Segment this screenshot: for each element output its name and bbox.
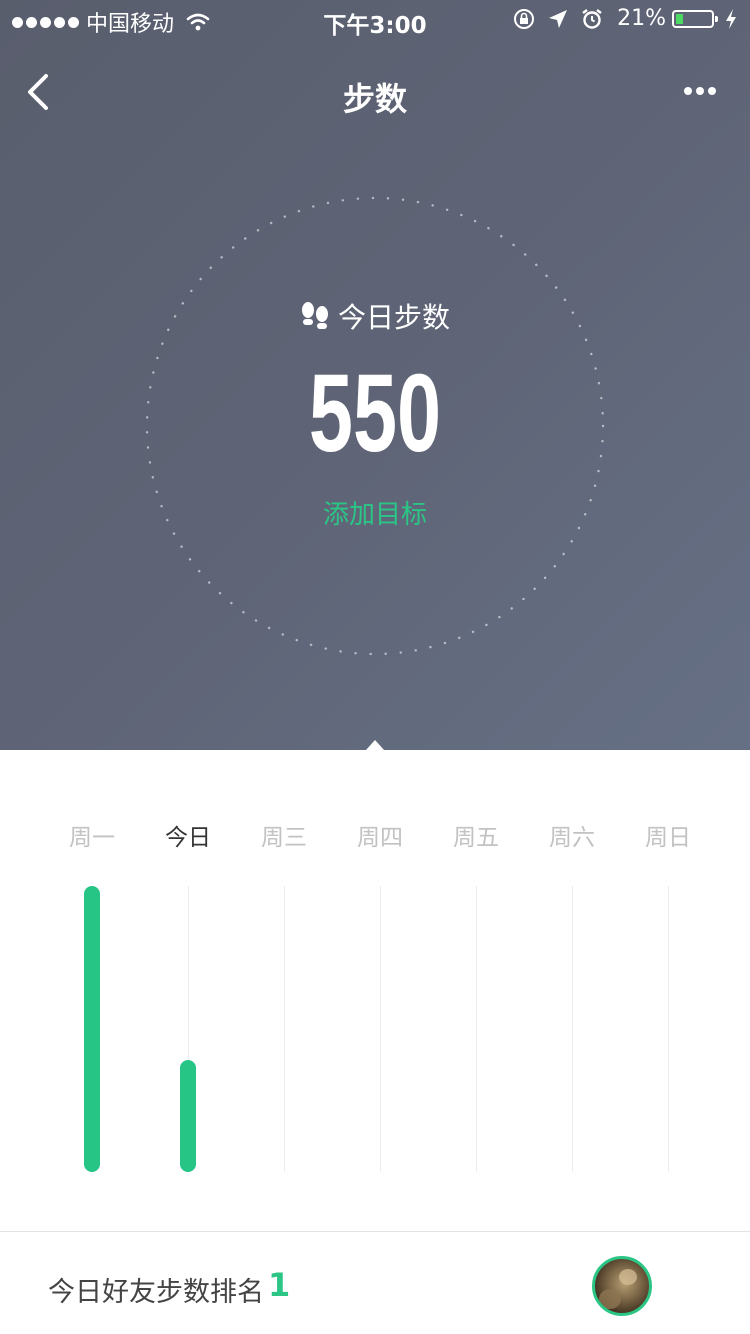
day-mon[interactable]: 周一: [44, 818, 140, 852]
grid-line: [572, 886, 573, 1172]
hero-panel: 中国移动 下午3:00 21% 步数 今日步数 550 添加目标: [0, 0, 750, 750]
step-count: 550: [308, 352, 442, 475]
battery-icon: [672, 9, 718, 28]
ranking-value: 1: [268, 1266, 291, 1304]
grid-line: [380, 886, 381, 1172]
day-today[interactable]: 今日: [140, 818, 236, 852]
more-button[interactable]: [684, 80, 724, 100]
bar-1[interactable]: [180, 1060, 196, 1172]
avatar[interactable]: [592, 1256, 652, 1316]
charging-icon: [726, 8, 736, 29]
page-title: 步数: [342, 80, 407, 118]
bar-0[interactable]: [84, 886, 100, 1172]
today-steps-label: 今日步数: [337, 301, 450, 334]
alarm-icon: [582, 8, 602, 29]
footprints-icon: [301, 302, 328, 329]
grid-line: [668, 886, 669, 1172]
nav-bar: 步数: [0, 50, 750, 134]
location-icon: [549, 9, 568, 28]
day-sun[interactable]: 周日: [620, 818, 716, 852]
add-goal-link[interactable]: 添加目标: [0, 494, 750, 531]
day-sat[interactable]: 周六: [524, 818, 620, 852]
weekday-labels: 周一 今日 周三 周四 周五 周六 周日: [0, 818, 750, 851]
more-dots-icon: [684, 87, 692, 95]
status-bar: 中国移动 下午3:00 21%: [0, 0, 750, 40]
selection-pointer: [366, 740, 384, 750]
battery-fill: [676, 13, 683, 24]
day-thu[interactable]: 周四: [332, 818, 428, 852]
ranking-label: 今日好友步数排名: [48, 1277, 264, 1308]
day-fri[interactable]: 周五: [428, 818, 524, 852]
grid-line: [284, 886, 285, 1172]
day-wed[interactable]: 周三: [236, 818, 332, 852]
grid-line: [476, 886, 477, 1172]
orientation-lock-icon: [514, 8, 535, 29]
friend-ranking-row[interactable]: 今日好友步数排名 1: [0, 1232, 750, 1334]
today-steps-label-row: 今日步数: [0, 296, 750, 336]
battery-percent: 21%: [617, 6, 666, 31]
status-right: 21%: [501, 6, 738, 31]
